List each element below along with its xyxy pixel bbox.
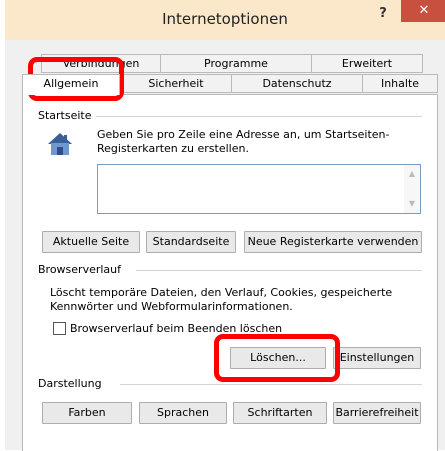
delete-on-exit-checkbox[interactable] (53, 322, 66, 335)
tab-allgemein[interactable]: Allgemein (22, 74, 120, 95)
history-settings-button[interactable]: Einstellungen (333, 347, 421, 369)
new-tab-button[interactable]: Neue Registerkarte verwenden (244, 231, 422, 253)
scroll-down-icon[interactable]: ▼ (407, 199, 417, 208)
tab-inhalte[interactable]: Inhalte (362, 74, 438, 93)
highlight-delete-button (214, 334, 340, 382)
accessibility-button[interactable]: Barrierefreiheit (333, 402, 421, 424)
default-page-button[interactable]: Standardseite (146, 231, 236, 253)
help-button[interactable]: ? (373, 6, 393, 24)
tab-datenschutz[interactable]: Datenschutz (231, 74, 363, 93)
title-bar[interactable]: Internetoptionen ? ✕ (5, 0, 445, 40)
close-button[interactable]: ✕ (401, 0, 445, 22)
browserverlauf-divider (136, 270, 422, 271)
startseite-divider (96, 116, 422, 117)
colors-button[interactable]: Farben (42, 402, 132, 424)
darstellung-divider (120, 384, 422, 385)
tab-erweitert[interactable]: Erweitert (311, 54, 423, 73)
startpage-address-textarea[interactable]: ▲ ▼ (97, 164, 421, 214)
browserverlauf-description: Löscht temporäre Dateien, den Verlauf, C… (50, 286, 393, 313)
current-page-button[interactable]: Aktuelle Seite (42, 231, 140, 253)
browserverlauf-legend: Browserverlauf (38, 263, 122, 276)
darstellung-legend: Darstellung (38, 377, 102, 390)
languages-button[interactable]: Sprachen (139, 402, 227, 424)
fonts-button[interactable]: Schriftarten (233, 402, 327, 424)
scroll-up-icon[interactable]: ▲ (407, 169, 417, 178)
tab-programme[interactable]: Programme (160, 54, 312, 73)
tab-sicherheit[interactable]: Sicherheit (120, 74, 232, 93)
startseite-legend: Startseite (38, 109, 92, 122)
startseite-description: Geben Sie pro Zeile eine Adresse an, um … (97, 128, 390, 155)
home-icon (48, 133, 72, 155)
address-scrollbar[interactable]: ▲ ▼ (404, 165, 420, 213)
